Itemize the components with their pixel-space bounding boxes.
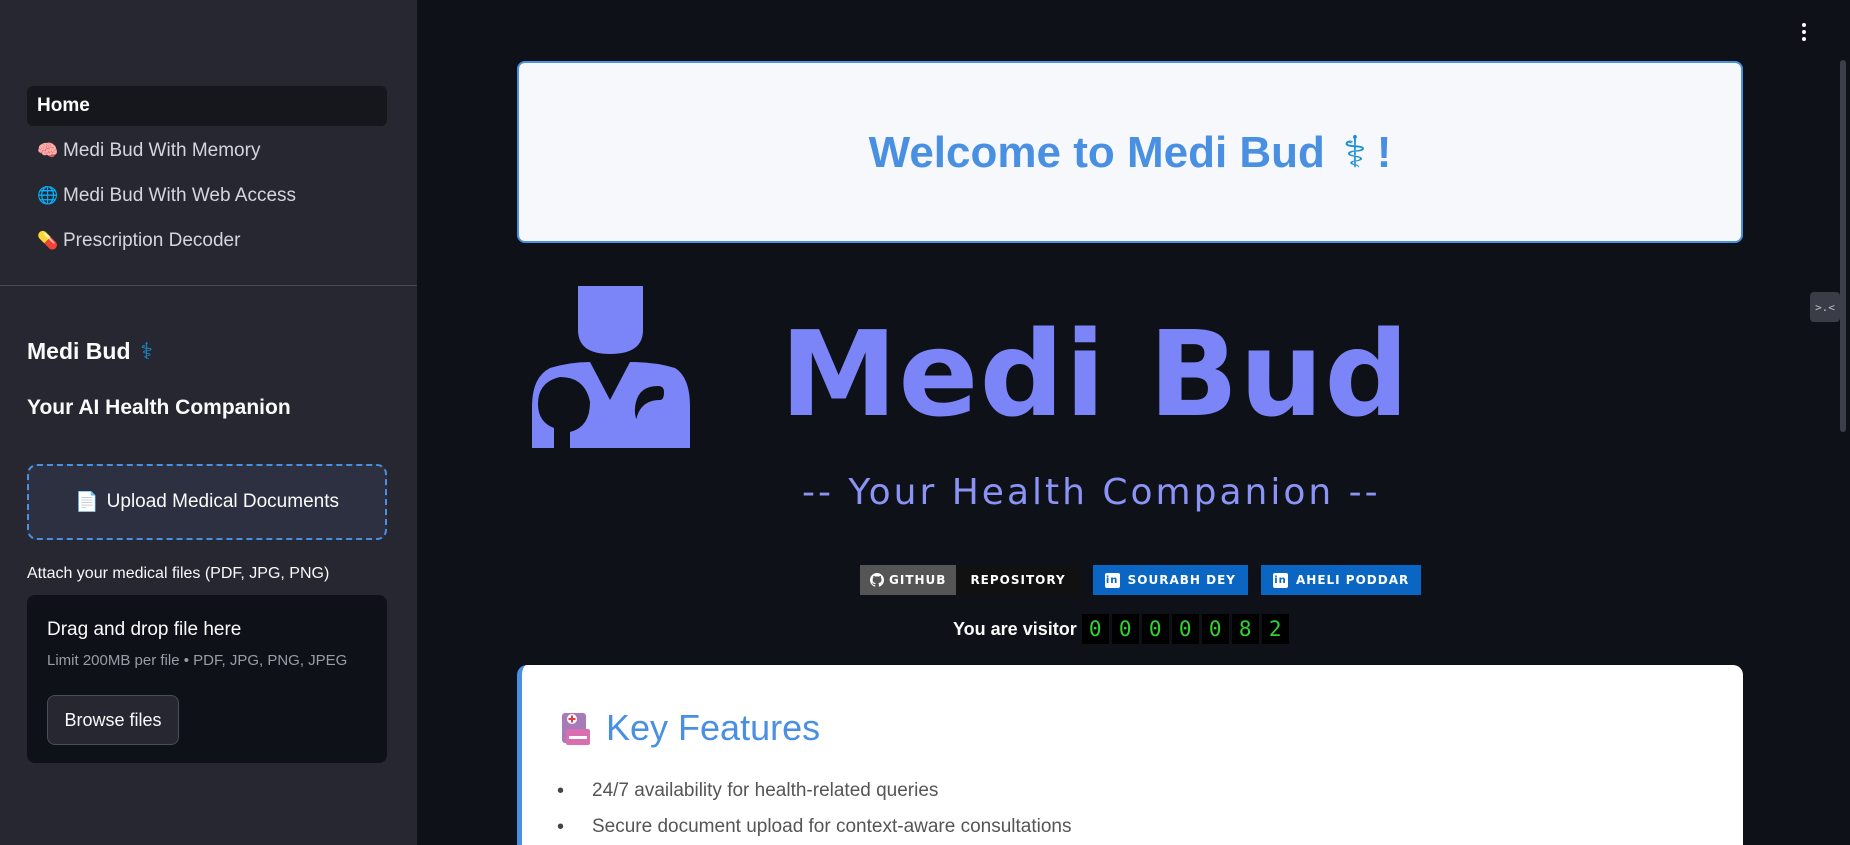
counter-digit: 8 (1231, 614, 1259, 644)
github-badge[interactable]: GITHUB REPOSITORY (860, 565, 1080, 595)
badge-row: GITHUB REPOSITORY in SOURABH DEY in AHEL… (860, 565, 1422, 595)
linkedin-badge-sourabh[interactable]: in SOURABH DEY (1092, 565, 1248, 595)
kebab-menu-icon[interactable] (1794, 20, 1814, 44)
nav-item-web-access[interactable]: 🌐 Medi Bud With Web Access (27, 176, 387, 216)
key-features-heading: Key Features (560, 707, 820, 749)
globe-icon: 🌐 (37, 186, 59, 205)
sidebar-divider (0, 285, 417, 286)
logo-tagline: -- Your Health Companion -- (802, 472, 1381, 513)
sidebar-title-text: Medi Bud (27, 338, 131, 364)
welcome-suffix: ! (1376, 127, 1392, 177)
welcome-heading: Welcome to Medi Bud ⚕! (869, 127, 1392, 178)
counter-digit: 0 (1141, 614, 1169, 644)
dropzone-title: Drag and drop file here (47, 619, 242, 640)
visitor-label: You are visitor (953, 618, 1077, 639)
linkedin-icon: in (1272, 572, 1288, 588)
nav-item-label: Medi Bud With Web Access (63, 185, 297, 206)
counter-digit: 0 (1171, 614, 1199, 644)
counter-digit: 0 (1201, 614, 1229, 644)
nav-item-label: Medi Bud With Memory (63, 140, 261, 161)
file-dropzone[interactable]: Drag and drop file here Limit 200MB per … (27, 595, 387, 763)
linkedin-badge-label: SOURABH DEY (1127, 573, 1236, 587)
github-badge-label: GITHUB (889, 573, 947, 587)
medical-kit-icon (562, 713, 590, 745)
caduceus-icon: ⚕ (1342, 127, 1367, 177)
nav-item-label: Prescription Decoder (63, 230, 241, 251)
github-badge-left: GITHUB (860, 565, 957, 595)
code-toggle-icon[interactable]: >.< (1810, 292, 1840, 322)
counter-digit: 2 (1261, 614, 1289, 644)
counter-digit: 0 (1111, 614, 1139, 644)
caduceus-icon: ⚕ (140, 338, 153, 364)
pill-icon: 💊 (37, 231, 59, 250)
nav-item-label: Home (37, 95, 90, 116)
attach-label: Attach your medical files (PDF, JPG, PNG… (27, 565, 330, 582)
feature-item: Secure document upload for context-aware… (592, 809, 1072, 845)
nav-item-home[interactable]: Home (27, 86, 387, 126)
visitor-counter: You are visitor 0 0 0 0 0 8 2 (953, 614, 1289, 644)
browse-files-button[interactable]: Browse files (47, 695, 179, 745)
welcome-banner: Welcome to Medi Bud ⚕! (517, 61, 1743, 243)
github-icon (870, 573, 884, 587)
key-features-card: Key Features 24/7 availability for healt… (517, 665, 1743, 845)
dropzone-limit: Limit 200MB per file • PDF, JPG, PNG, JP… (47, 652, 348, 669)
github-badge-right: REPOSITORY (956, 565, 1080, 595)
scrollbar[interactable] (1840, 60, 1846, 432)
brain-icon: 🧠 (37, 141, 59, 160)
nav-item-prescription[interactable]: 💊 Prescription Decoder (27, 221, 387, 261)
sidebar-nav: Home 🧠 Medi Bud With Memory 🌐 Medi Bud W… (27, 86, 387, 266)
linkedin-icon: in (1104, 572, 1120, 588)
linkedin-badge-aheli[interactable]: in AHELI PODDAR (1260, 565, 1422, 595)
doctor-logo-icon (532, 286, 690, 448)
feature-item: 24/7 availability for health-related que… (592, 773, 1072, 809)
logo-wordmark: Medi Bud (780, 305, 1410, 443)
linkedin-badge-label: AHELI PODDAR (1295, 573, 1410, 587)
features-list: 24/7 availability for health-related que… (592, 773, 1072, 845)
welcome-text: Welcome to Medi Bud (868, 127, 1325, 177)
counter-digit: 0 (1081, 614, 1109, 644)
nav-item-memory[interactable]: 🧠 Medi Bud With Memory (27, 131, 387, 171)
sidebar-subtitle: Your AI Health Companion (27, 396, 291, 419)
sidebar-title: Medi Bud ⚕ (27, 338, 153, 365)
key-features-title: Key Features (606, 707, 821, 748)
sidebar: Home 🧠 Medi Bud With Memory 🌐 Medi Bud W… (0, 0, 417, 845)
